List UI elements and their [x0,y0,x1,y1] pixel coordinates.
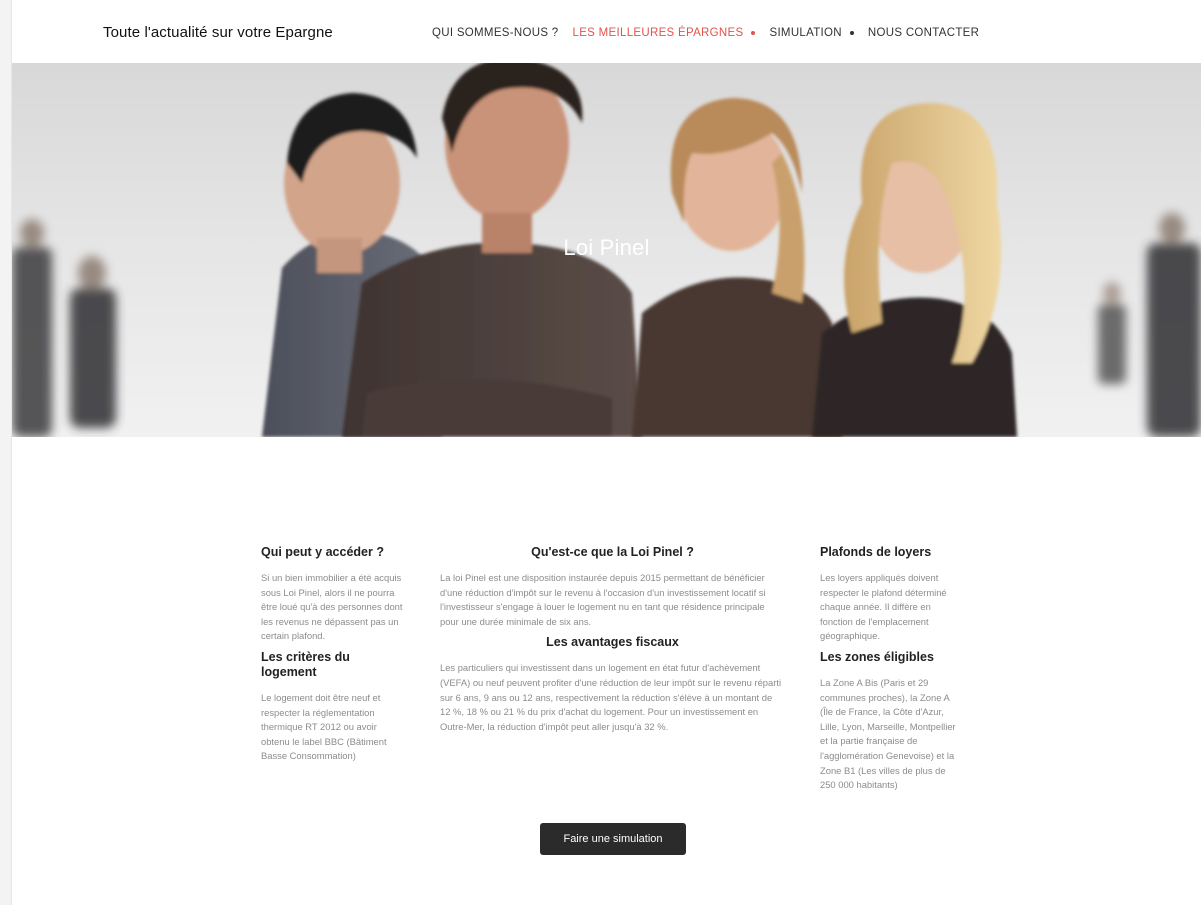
eligible-zones-section: Les zones éligibles La Zone A Bis (Paris… [820,650,962,793]
rent-ceilings-section: Plafonds de loyers Les loyers appliqués … [820,545,962,644]
section-text: Le logement doit être neuf et respecter … [261,691,387,762]
page-left-border [0,0,12,905]
section-text: Les particuliers qui investissent dans u… [440,662,782,732]
nav-item-simulation[interactable]: SIMULATION [769,27,854,39]
section-text: La Zone A Bis (Paris et 29 communes proc… [820,676,956,791]
dropdown-dot-icon [849,31,854,35]
section-text: Si un bien immobilier a été acquis sous … [261,572,403,642]
section-title: Plafonds de loyers [820,545,932,559]
simulation-button[interactable]: Faire une simulation [540,823,686,855]
nav-item-meilleures-epargnes[interactable]: LES MEILLEURES ÉPARGNES [573,27,756,39]
dropdown-dot-icon [751,31,756,35]
section-text: La loi Pinel est une disposition instaur… [440,572,766,627]
site-header: Toute l'actualité sur votre Epargne QUI … [12,0,1201,63]
tax-advantages-section: Les avantages fiscaux Les particuliers q… [440,635,785,734]
main-nav: QUI SOMMES-NOUS ? LES MEILLEURES ÉPARGNE… [432,27,993,39]
nav-item-label: LES MEILLEURES ÉPARGNES [572,27,744,39]
nav-item-label: SIMULATION [769,27,842,39]
nav-item-nous-contacter[interactable]: NOUS CONTACTER [868,27,979,39]
person-4 [812,103,1017,437]
hero-banner: Loi Pinel [12,63,1201,437]
section-title: Qu'est-ce que la Loi Pinel ? [531,545,694,559]
nav-item-qui-sommes-nous[interactable]: QUI SOMMES-NOUS ? [432,27,559,39]
right-column: Plafonds de loyers Les loyers appliqués … [820,545,962,799]
section-title: Les avantages fiscaux [546,635,679,650]
left-column: Qui peut y accéder ? Si un bien immobili… [261,545,406,770]
nav-item-label: NOUS CONTACTER [867,27,980,39]
middle-column: Qu'est-ce que la Loi Pinel ? La loi Pine… [440,545,785,740]
what-is-loi-pinel-section: Qu'est-ce que la Loi Pinel ? La loi Pine… [440,545,785,629]
section-text: Les loyers appliqués doivent respecter l… [820,572,947,642]
housing-criteria-section: Les critères du logement Le logement doi… [261,650,406,764]
section-title: Les zones éligibles [820,649,934,664]
site-title[interactable]: Toute l'actualité sur votre Epargne [103,24,333,41]
who-can-access-section: Qui peut y accéder ? Si un bien immobili… [261,545,406,644]
section-title: Les critères du logement [261,649,350,679]
person-3 [632,98,842,437]
nav-item-label: QUI SOMMES-NOUS ? [432,27,559,39]
section-title: Qui peut y accéder ? [261,545,384,559]
page-title: Loi Pinel [563,235,650,260]
